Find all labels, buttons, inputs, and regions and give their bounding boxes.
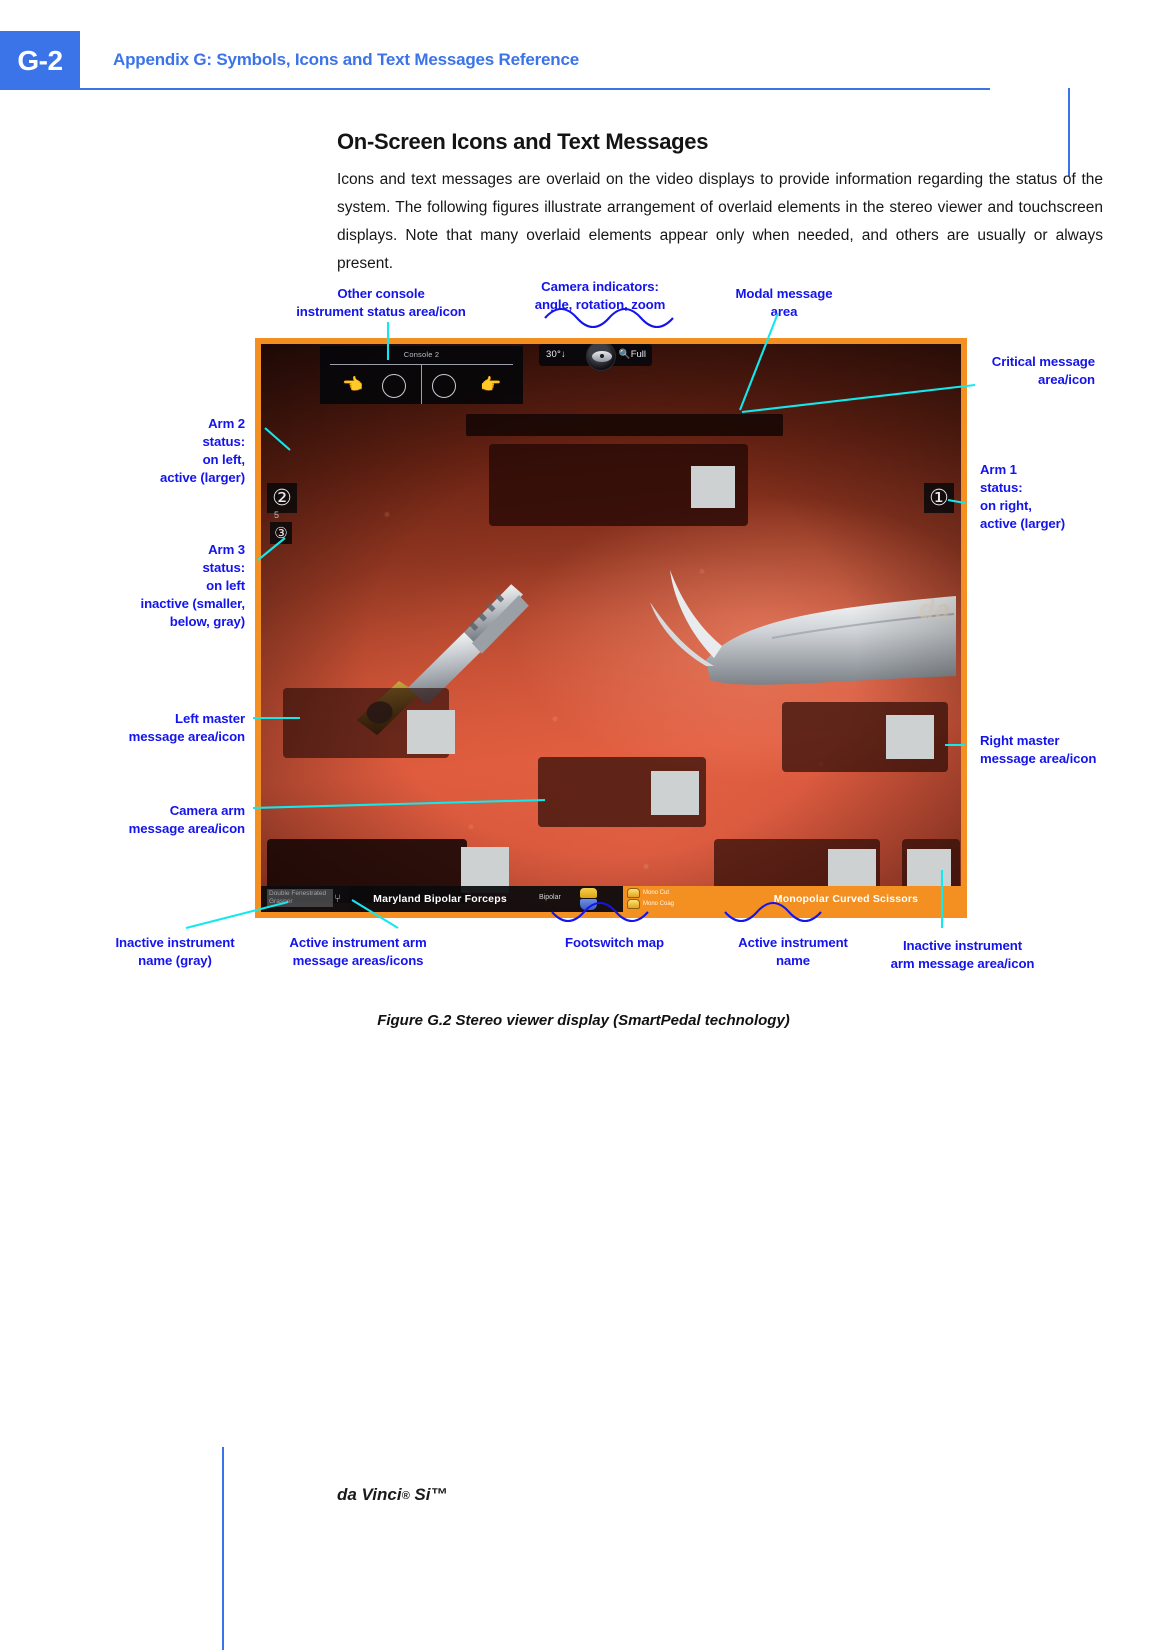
other-console-divider: [421, 364, 422, 404]
page-title: On-Screen Icons and Text Messages: [337, 128, 709, 154]
footer-brand-name: da Vinci: [337, 1485, 402, 1504]
callout-left-master: Left master message area/icon: [128, 711, 245, 744]
camera-arm-message-icon: [651, 771, 699, 815]
other-console-status-panel: Console 2 👈 👉: [320, 346, 523, 404]
page-number-badge: G-2: [0, 31, 80, 90]
instrument-ring-left-icon: [382, 374, 406, 398]
instrument-ring-right-icon: [432, 374, 456, 398]
callout-active-instrument-arm: Active instrument arm message areas/icons: [289, 935, 427, 968]
figure-caption: Figure G.2 Stereo viewer display (SmartP…: [377, 1012, 790, 1029]
callout-modal-message: Modal message area: [735, 286, 833, 319]
inactive-instrument-glyph-icon: ⑂: [334, 893, 341, 905]
bipolar-pedal-slot: Bipolar: [531, 886, 623, 912]
callout-inactive-instrument-arm: Inactive instrument arm message area/icon: [890, 938, 1035, 971]
instrument-status-bar: Double Fenestrated Grasper ⑂ Maryland Bi…: [261, 886, 961, 912]
stereo-viewer-figure: da Console 2 👈 👉 30°↓ 🔍Full ②: [255, 338, 967, 918]
arm3-status-icon: ③: [270, 522, 292, 544]
hand-left-icon: 👈: [342, 375, 364, 394]
callout-arm1-status: Arm 1 status: on right, active (larger): [980, 462, 1065, 531]
camera-indicator-pill: 30°↓ 🔍Full: [539, 344, 652, 371]
callout-camera-arm: Camera arm message area/icon: [128, 803, 245, 836]
bipolar-label: Bipolar: [539, 894, 561, 901]
footpedal-icon: [627, 899, 640, 909]
footer-model: Si™: [409, 1485, 448, 1504]
arm2-status-icon: ②: [267, 483, 297, 513]
callout-critical-message: Critical message area/icon: [991, 354, 1095, 387]
footswitch-label: Mono Coag: [643, 901, 675, 907]
footswitch-label: Mono Cut: [643, 890, 670, 896]
callout-active-instrument-name: Active instrument name: [738, 935, 848, 968]
callout-footswitch-map: Footswitch map: [565, 935, 664, 950]
camera-arm-message-area: [538, 757, 706, 827]
other-console-title: Console 2: [403, 350, 440, 359]
critical-message-icon: [691, 466, 735, 508]
arm1-status-icon: ①: [924, 483, 954, 513]
callout-camera-indicators: Camera indicators: angle, rotation, zoom: [534, 279, 666, 312]
stereo-viewer-display: da Console 2 👈 👉 30°↓ 🔍Full ②: [261, 344, 961, 912]
magnifier-icon: 🔍: [618, 349, 631, 360]
bipolar-pedal-yellow-icon: [580, 888, 597, 898]
header-rule: [80, 88, 1070, 176]
callout-arm3-status: Arm 3 status: on left inactive (smaller, bel…: [140, 542, 246, 629]
footer-brand: da Vinci® Si™: [337, 1485, 447, 1505]
left-master-message-icon: [407, 710, 455, 754]
active-instrument-name: Maryland Bipolar Forceps: [349, 886, 531, 912]
callout-other-console: Other console instrument status area/icon: [296, 286, 466, 319]
running-head: Appendix G: Symbols, Icons and Text Mess…: [113, 50, 579, 69]
left-master-message-area: [283, 688, 455, 758]
footswitch-row-mono-coag: Mono Coag: [627, 899, 674, 909]
callout-inactive-instrument-name: Inactive instrument name (gray): [115, 935, 235, 968]
footswitch-map: Mono Cut Mono Coag: [623, 886, 731, 912]
right-master-message-icon: [886, 715, 934, 759]
inactive-instrument-name: Double Fenestrated Grasper: [267, 889, 333, 907]
inactive-instrument-slot: Double Fenestrated Grasper ⑂: [261, 886, 349, 912]
camera-zoom-indicator: 🔍Full: [619, 349, 646, 360]
camera-angle-indicator: 30°↓: [546, 349, 566, 360]
camera-rotation-dial-marker: [600, 354, 604, 358]
camera-zoom-value: Full: [630, 349, 646, 360]
footpedal-icon: [627, 888, 640, 898]
bipolar-pedal-blue-icon: [580, 899, 597, 910]
callout-right-master: Right master message area/icon: [980, 733, 1097, 766]
footswitch-row-mono-cut: Mono Cut: [627, 888, 669, 898]
header-rule-tick: [1068, 88, 1070, 176]
critical-message-area: [489, 444, 748, 526]
monopolar-instrument-name: Monopolar Curved Scissors: [731, 886, 961, 912]
right-master-message-area: [782, 702, 948, 772]
arm3-sub-label: 5: [274, 510, 280, 520]
footer-registered-mark: ®: [401, 1490, 410, 1502]
modal-message-area: [466, 414, 783, 436]
section-paragraph: Icons and text messages are overlaid on …: [337, 170, 1103, 272]
callout-arm2-status: Arm 2 status: on left, active (larger): [160, 416, 245, 485]
hand-right-icon: 👉: [480, 375, 502, 394]
footer-rule: [222, 1447, 224, 1650]
